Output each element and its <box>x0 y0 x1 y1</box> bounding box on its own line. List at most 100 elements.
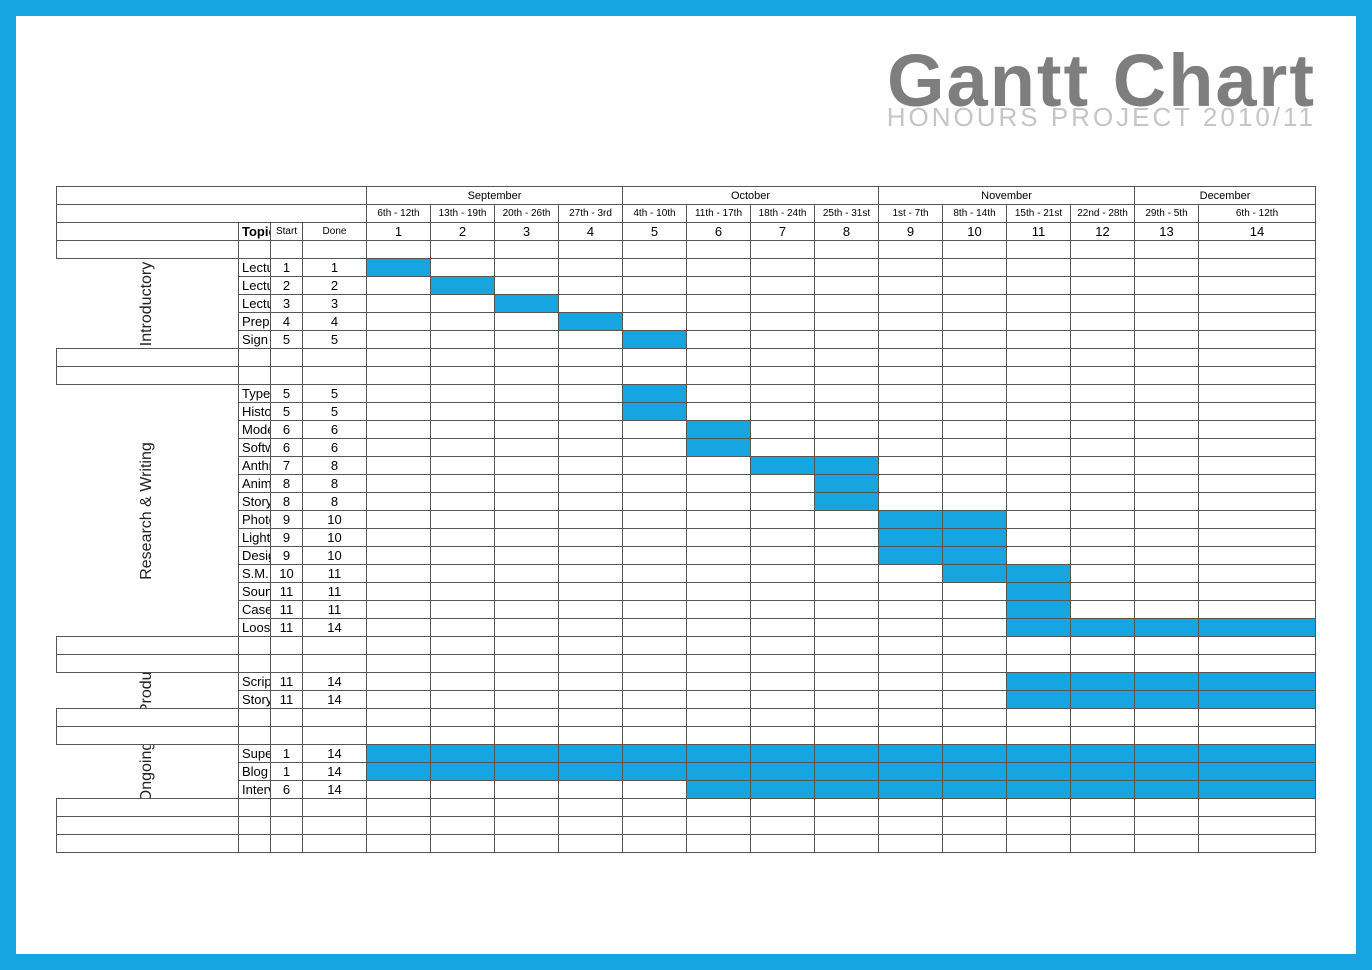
gantt-cell <box>367 295 431 313</box>
gantt-cell <box>815 781 879 799</box>
gantt-cell <box>1007 403 1071 421</box>
gantt-cell <box>431 259 495 277</box>
gantt-cell <box>751 547 815 565</box>
gantt-cell <box>943 619 1007 637</box>
task-done: 10 <box>303 529 367 547</box>
task-name: Photography <box>239 511 271 529</box>
task-done: 8 <box>303 493 367 511</box>
month-header: October <box>623 187 879 205</box>
task-name: Lecture Series - 3 <box>239 295 271 313</box>
gantt-cell <box>1135 295 1199 313</box>
section-label-cell: Ongoing <box>57 745 239 799</box>
gantt-cell <box>943 763 1007 781</box>
gantt-cell <box>943 313 1007 331</box>
task-done: 14 <box>303 673 367 691</box>
gantt-cell <box>431 439 495 457</box>
gantt-cell <box>559 385 623 403</box>
task-start: 8 <box>271 493 303 511</box>
gantt-cell <box>1199 763 1316 781</box>
gantt-cell <box>943 583 1007 601</box>
gantt-cell <box>751 277 815 295</box>
gantt-cell <box>367 529 431 547</box>
gantt-cell <box>1007 457 1071 475</box>
col-topic: Topic / Task <box>239 223 271 241</box>
task-name: Lecture Series - 2 <box>239 277 271 295</box>
gantt-cell <box>495 511 559 529</box>
gantt-cell <box>815 529 879 547</box>
gantt-cell <box>431 277 495 295</box>
gantt-cell <box>687 601 751 619</box>
gantt-cell <box>367 331 431 349</box>
gantt-cell <box>367 619 431 637</box>
gantt-cell <box>943 745 1007 763</box>
gantt-cell <box>751 673 815 691</box>
gantt-cell <box>559 475 623 493</box>
gantt-cell <box>687 529 751 547</box>
week-dates: 18th - 24th <box>751 205 815 223</box>
gantt-cell <box>1199 385 1316 403</box>
gantt-cell <box>751 583 815 601</box>
gantt-cell <box>687 583 751 601</box>
week-number: 2 <box>431 223 495 241</box>
gantt-cell <box>751 529 815 547</box>
gantt-cell <box>623 781 687 799</box>
task-done: 2 <box>303 277 367 295</box>
gantt-cell <box>431 331 495 349</box>
gantt-cell <box>1071 295 1135 313</box>
gantt-cell <box>879 421 943 439</box>
gantt-cell <box>1071 493 1135 511</box>
gantt-cell <box>815 277 879 295</box>
gantt-cell <box>943 295 1007 313</box>
title-block: Gantt Chart HONOURS PROJECT 2010/11 <box>887 44 1316 130</box>
gantt-cell <box>1135 601 1199 619</box>
gantt-cell <box>687 403 751 421</box>
gantt-cell <box>431 403 495 421</box>
gantt-cell <box>495 403 559 421</box>
gantt-cell <box>431 313 495 331</box>
gantt-cell <box>623 745 687 763</box>
gantt-cell <box>367 565 431 583</box>
task-start: 1 <box>271 259 303 277</box>
gantt-cell <box>1007 601 1071 619</box>
task-start: 9 <box>271 547 303 565</box>
week-number: 9 <box>879 223 943 241</box>
gantt-cell <box>1071 547 1135 565</box>
gantt-cell <box>623 529 687 547</box>
week-number: 13 <box>1135 223 1199 241</box>
gantt-cell <box>1199 493 1316 511</box>
gantt-cell <box>751 295 815 313</box>
gantt-cell <box>1199 745 1316 763</box>
gantt-cell <box>623 277 687 295</box>
gantt-cell <box>1135 511 1199 529</box>
task-name: History <box>239 403 271 421</box>
task-done: 11 <box>303 565 367 583</box>
gantt-cell <box>1071 583 1135 601</box>
gantt-cell <box>1071 331 1135 349</box>
week-number: 6 <box>687 223 751 241</box>
gantt-cell <box>1199 673 1316 691</box>
gantt-cell <box>1199 331 1316 349</box>
gantt-cell <box>559 529 623 547</box>
gantt-cell <box>943 439 1007 457</box>
task-name: Case Study <box>239 601 271 619</box>
gantt-cell <box>1071 475 1135 493</box>
gantt-cell <box>367 673 431 691</box>
gantt-cell <box>1135 673 1199 691</box>
task-done: 10 <box>303 511 367 529</box>
task-done: 14 <box>303 619 367 637</box>
gantt-cell <box>495 601 559 619</box>
gantt-cell <box>1135 565 1199 583</box>
gantt-cell <box>1007 763 1071 781</box>
month-header: September <box>367 187 623 205</box>
gantt-cell <box>879 313 943 331</box>
gantt-cell <box>367 781 431 799</box>
gantt-cell <box>943 403 1007 421</box>
gantt-cell <box>495 385 559 403</box>
task-name: Scriptwriting <box>239 673 271 691</box>
month-header: November <box>879 187 1135 205</box>
task-start: 6 <box>271 781 303 799</box>
gantt-cell <box>943 385 1007 403</box>
week-number: 4 <box>559 223 623 241</box>
task-start: 11 <box>271 691 303 709</box>
week-dates: 15th - 21st <box>1007 205 1071 223</box>
